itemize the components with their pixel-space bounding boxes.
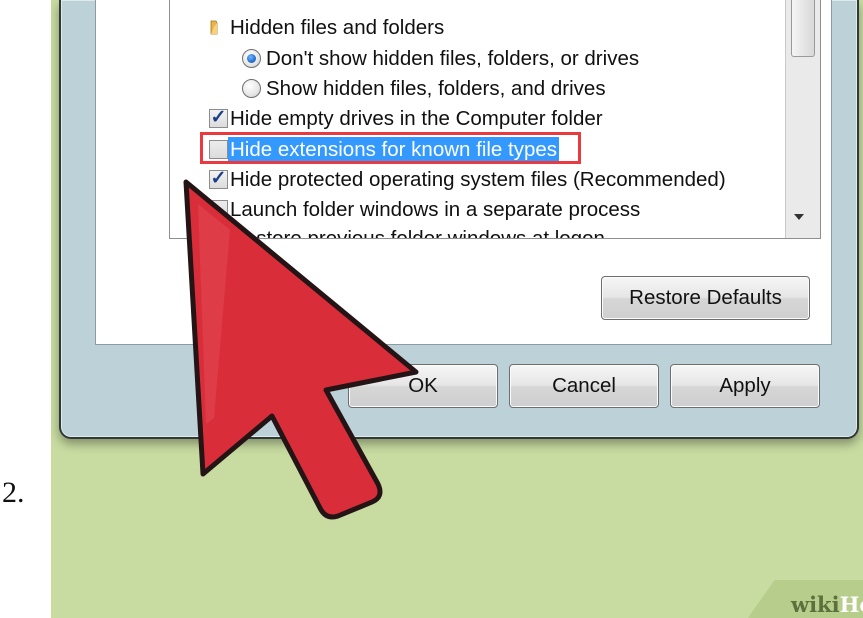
highlight-annotation-box [200, 132, 581, 164]
checkbox-label: Hide protected operating system files (R… [230, 168, 726, 191]
wikihow-watermark: wikiHow [791, 592, 863, 617]
radio-label: Don't show hidden files, folders, or dri… [266, 47, 640, 70]
scroll-down-arrow-icon[interactable] [794, 214, 804, 220]
folder-options-dialog: Hidden files and folders Don't show hidd… [59, 0, 859, 439]
cancel-button[interactable]: Cancel [509, 364, 659, 408]
checkbox-label: Launch folder windows in a separate proc… [230, 198, 641, 221]
radio-show-hidden[interactable] [242, 79, 261, 98]
radio-label: Show hidden files, folders, and drives [266, 77, 606, 100]
ok-button[interactable]: OK [348, 364, 498, 408]
illustration-canvas: Hidden files and folders Don't show hidd… [51, 0, 863, 618]
checkbox-restore-previous[interactable] [209, 229, 228, 238]
view-tab-panel: Hidden files and folders Don't show hidd… [95, 0, 832, 345]
checkbox-hide-protected-files[interactable]: ✓ [209, 169, 228, 189]
checkbox-separate-process[interactable] [209, 200, 228, 219]
checkbox-label: Restore previous folder windows at logon [230, 227, 605, 239]
step-number: 2. [2, 476, 25, 509]
checkbox-label: Hide empty drives in the Computer folder [230, 107, 603, 130]
scroll-thumb[interactable] [791, 0, 815, 57]
apply-button[interactable]: Apply [670, 364, 820, 408]
checkbox-hide-empty-drives[interactable]: ✓ [209, 108, 228, 128]
advanced-settings-list[interactable]: Hidden files and folders Don't show hidd… [169, 0, 821, 239]
folder-icon [210, 20, 218, 35]
radio-dont-show-hidden[interactable] [242, 49, 261, 68]
restore-defaults-button[interactable]: Restore Defaults [601, 276, 810, 320]
group-heading: Hidden files and folders [230, 16, 445, 39]
list-scrollbar[interactable] [785, 0, 820, 238]
